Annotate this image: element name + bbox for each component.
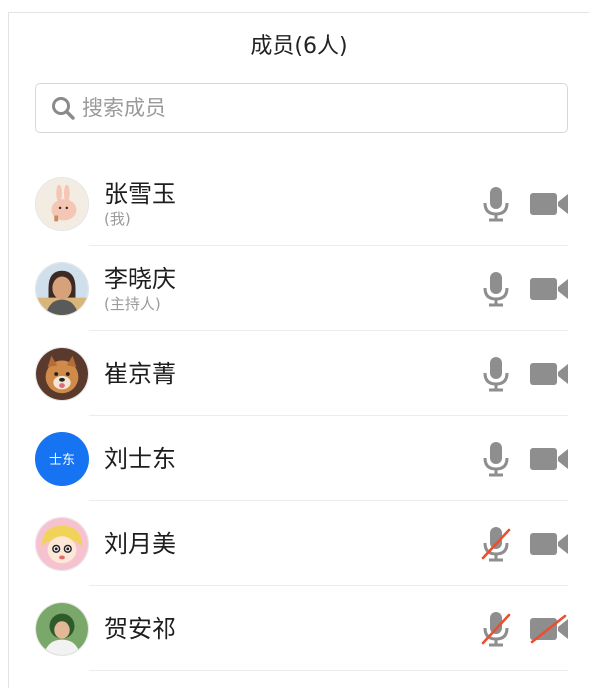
video-camera-off-icon: [530, 614, 568, 643]
member-name: 崔京菁: [104, 359, 176, 388]
member-name: 张雪玉: [104, 179, 176, 208]
member-row[interactable]: 刘月美: [9, 501, 589, 586]
search-box[interactable]: [35, 83, 568, 133]
camera-button[interactable]: [529, 274, 569, 304]
video-camera-icon: [530, 192, 568, 215]
member-name: 李晓庆: [104, 264, 176, 293]
camera-button[interactable]: [529, 359, 569, 389]
member-role: (主持人): [104, 294, 161, 313]
member-panel: 成员(6人) 张雪玉 (我): [8, 12, 589, 688]
member-info: 张雪玉 (我): [104, 179, 176, 229]
microphone-muted-icon: [481, 526, 511, 561]
person-photo-avatar[interactable]: [35, 601, 89, 656]
microphone-icon: [483, 186, 509, 221]
member-info: 崔京菁: [104, 359, 176, 389]
member-row[interactable]: 士东 刘士东: [9, 416, 589, 501]
member-row[interactable]: 张雪玉 (我): [9, 161, 589, 246]
member-info: 刘月美: [104, 529, 176, 559]
member-row[interactable]: 崔京菁: [9, 331, 589, 416]
microphone-button[interactable]: [481, 356, 511, 392]
cartoon-girl-avatar[interactable]: [35, 516, 89, 571]
member-name: 刘士东: [104, 444, 176, 473]
microphone-icon: [483, 271, 509, 306]
microphone-button[interactable]: [481, 271, 511, 307]
microphone-button[interactable]: [481, 186, 511, 222]
avatar-initials: 士东: [48, 453, 75, 468]
microphone-icon: [483, 441, 509, 476]
member-info: 刘士东: [104, 444, 176, 474]
bunny-illustration-avatar[interactable]: [35, 176, 89, 231]
member-name: 刘月美: [104, 529, 176, 558]
member-list: 张雪玉 (我) 李晓庆 (主持人) 崔京菁 士东 刘士东 刘月美 贺安祁: [9, 161, 589, 671]
search-icon: [52, 97, 75, 120]
row-divider: [89, 670, 568, 671]
camera-button[interactable]: [529, 444, 569, 474]
microphone-icon: [483, 356, 509, 391]
microphone-button[interactable]: [481, 611, 511, 647]
microphone-button[interactable]: [481, 526, 511, 562]
member-name: 贺安祁: [104, 614, 176, 643]
person-photo-avatar[interactable]: [35, 261, 89, 316]
member-info: 贺安祁: [104, 614, 176, 644]
microphone-button[interactable]: [481, 441, 511, 477]
video-camera-icon: [530, 447, 568, 470]
member-row[interactable]: 贺安祁: [9, 586, 589, 671]
camera-button[interactable]: [529, 529, 569, 559]
camera-button[interactable]: [529, 189, 569, 219]
video-camera-icon: [530, 362, 568, 385]
member-info: 李晓庆 (主持人): [104, 264, 176, 314]
panel-title: 成员(6人): [250, 34, 348, 59]
camera-button[interactable]: [529, 614, 569, 644]
search-input[interactable]: [82, 84, 567, 132]
video-camera-icon: [530, 277, 568, 300]
member-role: (我): [104, 209, 131, 228]
dog-photo-avatar[interactable]: [35, 346, 89, 401]
text-avatar[interactable]: 士东: [35, 431, 89, 486]
video-camera-icon: [530, 532, 568, 555]
microphone-muted-icon: [481, 611, 511, 646]
panel-header: 成员(6人): [9, 13, 589, 75]
member-row[interactable]: 李晓庆 (主持人): [9, 246, 589, 331]
